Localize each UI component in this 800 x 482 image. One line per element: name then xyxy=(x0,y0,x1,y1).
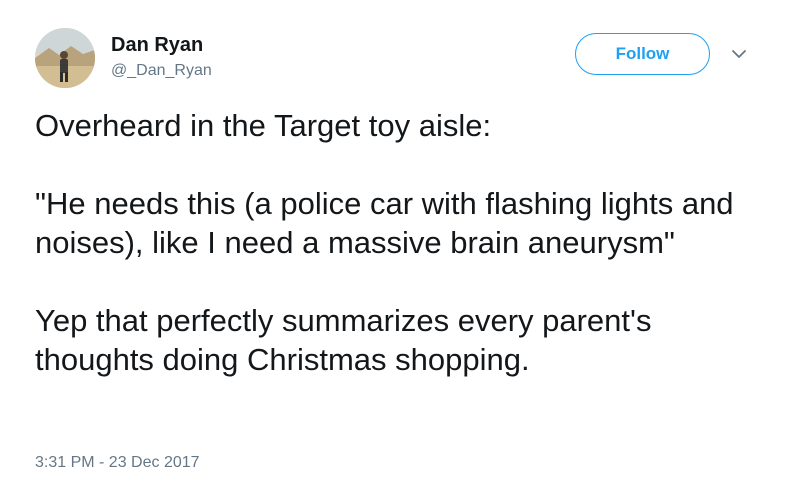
avatar[interactable] xyxy=(35,28,95,88)
tweet-timestamp[interactable]: 3:31 PM - 23 Dec 2017 xyxy=(35,453,200,473)
tweet-paragraph: "He needs this (a police car with flashi… xyxy=(35,186,743,260)
user-avatar-photo xyxy=(35,28,95,88)
author-handle[interactable]: @_Dan_Ryan xyxy=(111,61,212,81)
follow-button[interactable]: Follow xyxy=(575,33,710,75)
tweet-paragraph: Yep that perfectly summarizes every pare… xyxy=(35,303,661,377)
author-name[interactable]: Dan Ryan xyxy=(111,33,203,57)
tweet-paragraph: Overheard in the Target toy aisle: xyxy=(35,108,492,143)
chevron-down-icon[interactable] xyxy=(729,44,749,64)
tweet-text: Overheard in the Target toy aisle: "He n… xyxy=(35,106,775,379)
